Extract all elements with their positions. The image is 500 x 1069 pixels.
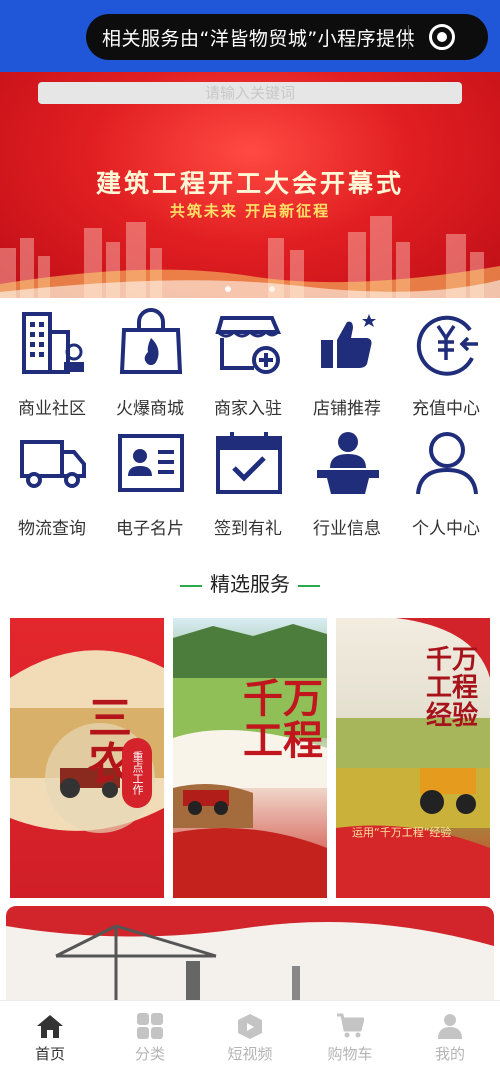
section-divider-right [298, 584, 320, 587]
close-target-icon[interactable] [429, 24, 455, 50]
thumbs-up-icon [321, 314, 376, 368]
grid-icon [137, 1013, 163, 1039]
capsule-divider [408, 25, 409, 49]
card-big-text: 千万工程经验 [426, 645, 479, 731]
card-side-badge: 重点工作 [122, 738, 152, 808]
grid-item-label: 行业信息 [313, 519, 381, 539]
grid-item-business-card[interactable]: 电子名片 [100, 428, 200, 539]
grid-item-merchant-join[interactable]: 商家入驻 [198, 308, 298, 419]
grid-item-checkin[interactable]: 签到有礼 [198, 428, 298, 539]
tab-short-video[interactable]: 短视频 [200, 1001, 300, 1069]
grid-item-business-community[interactable]: 商业社区 [2, 308, 102, 419]
carousel-indicator[interactable] [0, 277, 500, 296]
video-box-icon [238, 1014, 262, 1039]
grid-item-label: 签到有礼 [214, 519, 282, 539]
section-header: 精选服务 [0, 568, 500, 597]
bottom-tab-bar: 首页 分类 短视频 购物车 我的 [0, 1000, 500, 1069]
person-icon [438, 1014, 462, 1039]
promo-banner[interactable] [6, 906, 494, 1006]
featured-card[interactable]: 三农 重点工作 [10, 618, 164, 898]
tab-label: 我的 [434, 1045, 465, 1063]
grid-item-store-recommend[interactable]: 店铺推荐 [297, 308, 397, 419]
section-divider-left [180, 584, 202, 587]
featured-card[interactable]: 千万工程 [173, 618, 327, 898]
yen-icon [416, 315, 478, 376]
grid-item-label: 火爆商城 [116, 399, 184, 419]
tab-label: 首页 [34, 1045, 65, 1063]
search-input[interactable]: 请输入关键词 [38, 82, 462, 104]
grid-item-label: 个人中心 [412, 519, 480, 539]
fire-bag-icon [119, 308, 183, 374]
tab-home[interactable]: 首页 [0, 1001, 100, 1069]
tab-label: 购物车 [327, 1045, 373, 1063]
grid-item-recharge-center[interactable]: 充值中心 [396, 308, 496, 419]
grid-item-label: 物流查询 [18, 519, 86, 539]
carousel-dot[interactable] [225, 286, 232, 292]
miniprogram-capsule[interactable]: 相关服务由“洋皆物贸城”小程序提供 [86, 14, 488, 60]
tab-label: 分类 [134, 1045, 165, 1063]
construction-crane-illustration [6, 922, 494, 1006]
grid-item-personal-center[interactable]: 个人中心 [396, 428, 496, 539]
id-card-icon [118, 434, 184, 492]
top-bar: 相关服务由“洋皆物贸城”小程序提供 [0, 0, 500, 72]
hero-banner[interactable]: 请输入关键词 建筑工程开工大会开幕式 共筑未来 开启新征程 [0, 72, 500, 298]
banner-title: 建筑工程开工大会开幕式 [95, 169, 404, 198]
grid-item-label: 充值中心 [412, 399, 480, 419]
featured-card[interactable]: 千万工程经验 运用“千万工程”经验 [336, 618, 490, 898]
grid-item-industry-info[interactable]: 行业信息 [297, 428, 397, 539]
grid-item-label: 店铺推荐 [313, 399, 381, 419]
tab-category[interactable]: 分类 [100, 1001, 200, 1069]
card-big-text: 千万工程 [243, 676, 323, 764]
speaker-icon [317, 432, 379, 494]
grid-item-hot-mall[interactable]: 火爆商城 [100, 308, 200, 419]
tab-label: 短视频 [227, 1045, 273, 1063]
building-icon [22, 312, 84, 374]
grid-item-label: 电子名片 [116, 519, 184, 539]
store-add-icon [215, 316, 282, 374]
tab-mine[interactable]: 我的 [400, 1001, 500, 1069]
user-icon [416, 432, 478, 495]
grid-item-logistics[interactable]: 物流查询 [2, 428, 102, 539]
cart-icon [337, 1013, 364, 1038]
section-title: 精选服务 [210, 572, 290, 596]
card-bottom-text: 运用“千万工程”经验 [352, 826, 452, 839]
truck-icon [20, 440, 86, 488]
grid-item-label: 商家入驻 [214, 399, 282, 419]
grid-item-label: 商业社区 [18, 399, 86, 419]
calendar-check-icon [216, 432, 282, 494]
capsule-text: 相关服务由“洋皆物贸城”小程序提供 [102, 27, 416, 50]
home-icon [37, 1015, 63, 1038]
carousel-dot[interactable] [268, 286, 275, 292]
tab-cart[interactable]: 购物车 [300, 1001, 400, 1069]
